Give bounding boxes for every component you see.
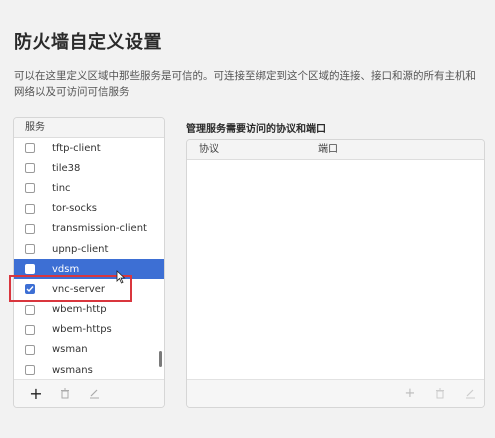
service-checkbox[interactable] [25,244,35,255]
service-row[interactable]: wbem-http [14,300,164,320]
add-service-button[interactable]: + [29,384,43,403]
trash-icon [436,388,444,398]
service-row[interactable]: transmission-client [14,219,164,239]
protocol-column-header[interactable]: 协议 [199,140,219,159]
service-label: upnp-client [52,243,109,255]
edit-icon [89,389,99,399]
edit-port-button[interactable] [463,386,477,400]
services-panel: 服务 tftp-client tile38 tinc tor-socks transmi… [13,117,165,408]
service-checkbox[interactable] [25,264,35,275]
service-checkbox[interactable] [25,203,35,214]
service-label: vdsm [52,263,80,275]
remove-port-button[interactable] [433,386,447,400]
service-label: tinc [52,182,71,194]
service-checkbox[interactable] [25,183,35,194]
service-checkbox[interactable] [25,143,35,154]
annotation-highlight-box [9,275,132,302]
service-label: wbem-http [52,304,107,316]
service-row[interactable]: upnp-client [14,239,164,259]
service-label: transmission-client [52,223,147,235]
service-label: tftp-client [52,142,101,154]
edit-icon [465,389,475,398]
service-row[interactable]: wbem-https [14,320,164,340]
add-port-button[interactable]: + [403,385,417,401]
service-label: tor-socks [52,203,97,215]
ports-section-title: 管理服务需要访问的协议和端口 [186,124,326,135]
plus-icon: + [29,384,43,403]
service-checkbox[interactable] [25,344,35,355]
dialog-description: 可以在这里定义区域中那些服务是可信的。可连接至绑定到这个区域的连接、接口和源的所… [14,70,476,98]
service-row[interactable]: tftp-client [14,138,164,158]
service-row[interactable]: tinc [14,178,164,198]
services-scrollbar[interactable] [159,351,162,367]
service-label: wsmans [52,364,93,376]
service-label: wbem-https [52,324,112,336]
dialog-title: 防火墙自定义设置 [14,32,162,53]
ports-toolbar: + [187,379,484,407]
ports-panel: 协议 端口 + [186,139,485,408]
service-row[interactable]: wsmans [14,360,164,380]
trash-icon [61,388,69,399]
service-row[interactable]: tor-socks [14,199,164,219]
services-column-header[interactable]: 服务 [14,118,164,138]
firewall-custom-dialog: 防火墙自定义设置 可以在这里定义区域中那些服务是可信的。可连接至绑定到这个区域的… [0,0,495,438]
port-column-header[interactable]: 端口 [318,140,338,159]
service-checkbox[interactable] [25,324,35,335]
services-toolbar: + [14,379,164,407]
mouse-cursor-icon [116,270,126,284]
plus-icon: + [404,385,416,401]
service-row[interactable]: wsman [14,340,164,360]
service-row[interactable]: tile38 [14,158,164,178]
remove-service-button[interactable] [58,387,72,401]
ports-table-header: 协议 端口 [187,140,484,160]
service-checkbox[interactable] [25,365,35,376]
service-checkbox[interactable] [25,304,35,315]
service-label: wsman [52,344,88,356]
services-list: tftp-client tile38 tinc tor-socks transmissi… [14,138,164,381]
edit-service-button[interactable] [87,387,101,401]
service-checkbox[interactable] [25,223,35,234]
service-checkbox[interactable] [25,163,35,174]
service-label: tile38 [52,162,81,174]
